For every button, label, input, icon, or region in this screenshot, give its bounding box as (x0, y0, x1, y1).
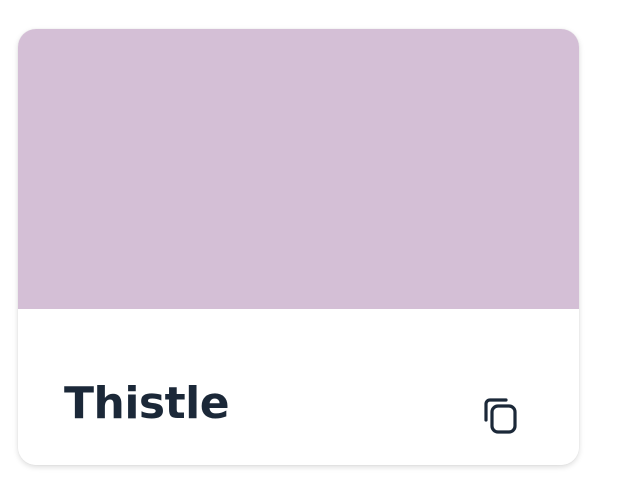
color-swatch (18, 29, 579, 309)
color-card: Thistle (18, 29, 579, 465)
copy-button[interactable] (472, 388, 528, 444)
color-name: Thistle (64, 378, 230, 429)
color-card-footer: Thistle (18, 309, 579, 465)
copy-icon (479, 395, 521, 437)
